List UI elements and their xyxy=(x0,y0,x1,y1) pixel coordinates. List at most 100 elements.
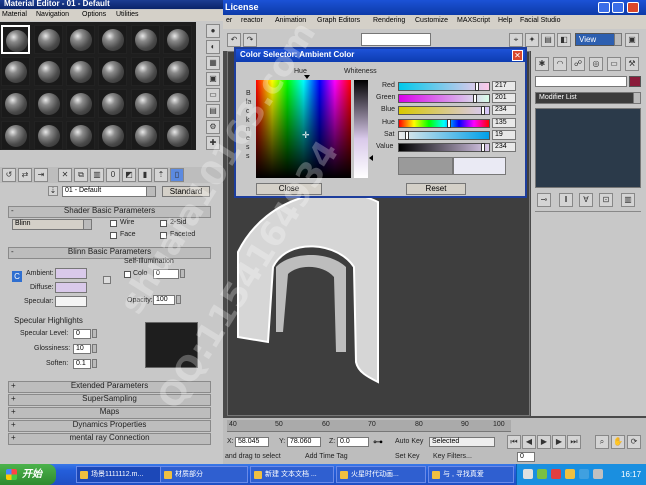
map-button[interactable] xyxy=(103,276,111,284)
menu-customize[interactable]: Customize xyxy=(415,17,448,24)
sample-slot[interactable] xyxy=(34,121,63,150)
taskbar-task[interactable]: 场景1111112.m... xyxy=(76,466,166,483)
sample-slot[interactable] xyxy=(1,121,30,150)
time-ruler[interactable]: 40 50 60 70 80 90 100 xyxy=(227,420,511,432)
add-time-tag-label[interactable]: Add Time Tag xyxy=(305,453,348,460)
pan-icon[interactable]: ✋ xyxy=(611,435,625,449)
close-button[interactable]: Close xyxy=(256,183,322,195)
tool-icon[interactable]: ▤ xyxy=(541,33,555,47)
diffuse-color-swatch[interactable] xyxy=(55,282,87,293)
material-name-dropdown-icon[interactable] xyxy=(146,186,156,197)
make-unique-icon[interactable]: ∀ xyxy=(579,193,593,207)
prev-frame-icon[interactable]: ◀ xyxy=(522,435,536,449)
sample-slot[interactable] xyxy=(34,89,63,118)
remove-modifier-icon[interactable]: ⊡ xyxy=(599,193,613,207)
soften-spinner[interactable] xyxy=(92,359,97,368)
go-forward-sibling-icon[interactable]: ▯ xyxy=(170,168,184,182)
modifier-stack[interactable] xyxy=(535,108,641,188)
motion-tab-icon[interactable]: ◎ xyxy=(589,57,603,71)
value-slider[interactable] xyxy=(398,143,490,152)
reset-button[interactable]: Reset xyxy=(406,183,466,195)
taskbar-task[interactable]: 火星时代动画... xyxy=(336,466,426,483)
sample-slot[interactable] xyxy=(66,89,95,118)
sample-type-icon[interactable]: ● xyxy=(206,24,220,38)
selection-set-field[interactable] xyxy=(361,33,431,46)
pin-stack-icon[interactable]: ⊸ xyxy=(537,193,551,207)
hue-slider-thumb[interactable] xyxy=(447,119,451,128)
frame-field[interactable]: 0 xyxy=(517,452,535,462)
green-slider-thumb[interactable] xyxy=(473,94,477,103)
pick-material-icon[interactable]: ⇣ xyxy=(48,186,58,196)
opacity-spinner[interactable] xyxy=(176,295,181,304)
self-illum-value-field[interactable]: 0 xyxy=(153,269,179,279)
hue-pointer-icon[interactable] xyxy=(304,75,310,79)
hierarchy-tab-icon[interactable]: ☍ xyxy=(571,57,585,71)
sample-slot[interactable] xyxy=(98,57,127,86)
whiteness-bar[interactable] xyxy=(354,80,368,178)
green-field[interactable]: 201 xyxy=(492,93,516,103)
self-illum-spinner[interactable] xyxy=(180,269,185,278)
menu-reactor[interactable]: reactor xyxy=(241,17,263,24)
blue-slider-thumb[interactable] xyxy=(481,106,485,115)
sample-slot[interactable] xyxy=(1,89,30,118)
tool-icon[interactable]: ↶ xyxy=(227,33,241,47)
red-field[interactable]: 217 xyxy=(492,81,516,91)
blue-slider[interactable] xyxy=(398,106,490,115)
tool-icon[interactable]: ◧ xyxy=(557,33,571,47)
menu-utilities[interactable]: Utilities xyxy=(116,11,139,18)
sample-slot[interactable] xyxy=(1,25,30,54)
sample-slot[interactable] xyxy=(98,25,127,54)
green-slider[interactable] xyxy=(398,94,490,103)
red-slider-thumb[interactable] xyxy=(475,82,479,91)
specular-level-field[interactable]: 0 xyxy=(73,329,91,339)
next-frame-icon[interactable]: ▶ xyxy=(552,435,566,449)
modify-tab-icon[interactable]: ◠ xyxy=(553,57,567,71)
soften-field[interactable]: 0.1 xyxy=(73,359,91,369)
put-to-scene-icon[interactable]: ⇄ xyxy=(18,168,32,182)
configure-modifier-sets-icon[interactable]: ▥ xyxy=(621,193,635,207)
x-coord-field[interactable]: 58.045 xyxy=(235,437,269,447)
rollout-maps[interactable]: + Maps xyxy=(8,407,211,419)
tray-icon[interactable] xyxy=(537,469,547,479)
wire-checkbox[interactable] xyxy=(110,220,117,227)
key-filters-label[interactable]: Key Filters... xyxy=(433,453,472,460)
blue-field[interactable]: 234 xyxy=(492,105,516,115)
rollout-extended[interactable]: + Extended Parameters xyxy=(8,381,211,393)
tool-icon[interactable]: ⌖ xyxy=(509,33,523,47)
menu-graph-editors[interactable]: Graph Editors xyxy=(317,17,360,24)
put-to-library-icon[interactable]: ▥ xyxy=(90,168,104,182)
ambient-color-swatch[interactable] xyxy=(55,268,87,279)
show-end-result-icon[interactable]: ▮ xyxy=(138,168,152,182)
utilities-tab-icon[interactable]: ⚒ xyxy=(625,57,639,71)
sample-slot[interactable] xyxy=(1,57,30,86)
menu-options[interactable]: Options xyxy=(82,11,106,18)
glossiness-spinner[interactable] xyxy=(92,344,97,353)
sample-slot[interactable] xyxy=(131,57,160,86)
tray-icon[interactable] xyxy=(565,469,575,479)
background-icon[interactable]: ▦ xyxy=(206,56,220,70)
show-end-result-icon[interactable]: ‖ xyxy=(559,193,573,207)
play-icon[interactable]: ▶ xyxy=(537,435,551,449)
uv-tiling-icon[interactable]: ▣ xyxy=(206,72,220,86)
shader-dropdown-arrow-icon[interactable] xyxy=(83,219,92,230)
taskbar-task[interactable]: 材质部分 xyxy=(160,466,248,483)
sat-slider-thumb[interactable] xyxy=(405,131,409,140)
zoom-icon[interactable]: ⌕ xyxy=(595,435,609,449)
sat-field[interactable]: 19 xyxy=(492,130,516,140)
taskbar-task[interactable]: 与 , 寻找真爱 xyxy=(428,466,514,483)
opacity-field[interactable]: 100 xyxy=(153,295,175,305)
material-effects-channel-icon[interactable]: 0 xyxy=(106,168,120,182)
assign-to-selection-icon[interactable]: ⇥ xyxy=(34,168,48,182)
value-field[interactable]: 234 xyxy=(492,142,516,152)
y-coord-field[interactable]: 78.060 xyxy=(287,437,321,447)
minimize-icon[interactable] xyxy=(598,2,610,13)
make-unique-icon[interactable]: ⧉ xyxy=(74,168,88,182)
red-slider[interactable] xyxy=(398,82,490,91)
rollout-blinn-basic[interactable]: - Blinn Basic Parameters xyxy=(8,247,211,259)
display-tab-icon[interactable]: ▭ xyxy=(607,57,621,71)
object-name-field[interactable] xyxy=(535,76,627,87)
two-sided-checkbox[interactable] xyxy=(160,220,167,227)
sample-slot[interactable] xyxy=(98,121,127,150)
hue-slider[interactable] xyxy=(398,119,490,128)
sample-slot[interactable] xyxy=(163,89,192,118)
